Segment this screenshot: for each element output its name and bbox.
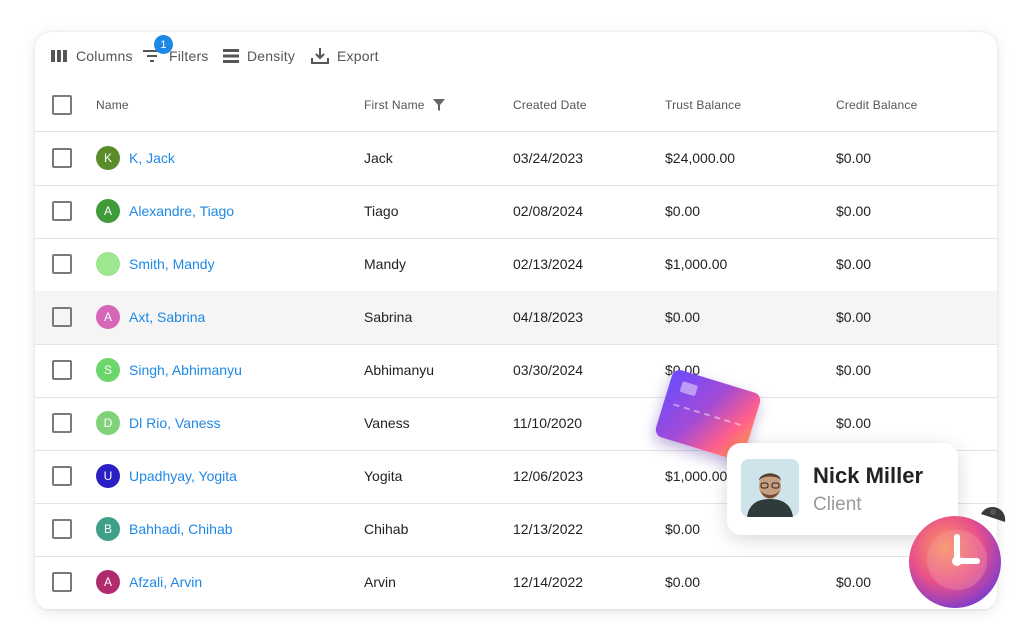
- first-name-cell: Mandy: [364, 256, 407, 272]
- client-name-link[interactable]: Alexandre, Tiago: [129, 203, 234, 219]
- credit-balance-cell: $0.00: [836, 574, 872, 590]
- credit-balance-cell: $0.00: [836, 309, 872, 325]
- credit-balance-cell: $0.00: [836, 256, 872, 272]
- export-label: Export: [337, 48, 379, 64]
- table-toolbar: Columns 1 Filters Density Export: [35, 32, 997, 80]
- row-checkbox[interactable]: [52, 466, 72, 486]
- table-row[interactable]: Smith, Mandy Mandy 02/13/2024 $1,000.00 $0.0…: [35, 238, 997, 292]
- created-date-cell: 11/10/2020: [513, 415, 583, 431]
- first-name-cell: Tiago: [364, 203, 399, 219]
- trust-balance-cell: $24,000.00: [665, 150, 736, 166]
- first-name-cell: Chihab: [364, 521, 409, 537]
- client-name-link[interactable]: Axt, Sabrina: [129, 309, 205, 325]
- row-checkbox[interactable]: [52, 201, 72, 221]
- funnel-icon[interactable]: [432, 99, 445, 111]
- row-checkbox[interactable]: [52, 254, 72, 274]
- first-name-cell: Abhimanyu: [364, 362, 435, 378]
- avatar: U: [96, 464, 120, 488]
- density-button[interactable]: Density: [223, 46, 295, 66]
- row-checkbox[interactable]: [52, 413, 72, 433]
- column-header-created-date[interactable]: Created Date: [513, 98, 587, 112]
- table-row[interactable]: S Singh, Abhimanyu Abhimanyu 03/30/2024 $0.0…: [35, 344, 997, 398]
- credit-balance-cell: $0.00: [836, 362, 872, 378]
- client-name-link[interactable]: Afzali, Arvin: [129, 574, 202, 590]
- client-role: Client: [813, 494, 862, 515]
- created-date-cell: 03/24/2023: [513, 150, 584, 166]
- trust-balance-cell: $0.00: [665, 574, 701, 590]
- column-header-name[interactable]: Name: [96, 98, 129, 112]
- client-name-link[interactable]: Smith, Mandy: [129, 256, 215, 272]
- table-row[interactable]: K K, Jack Jack 03/24/2023 $24,000.00 $0.00: [35, 132, 997, 186]
- columns-label: Columns: [76, 48, 133, 64]
- first-name-cell: Jack: [364, 150, 393, 166]
- table-row[interactable]: A Axt, Sabrina Sabrina 04/18/2023 $0.00 $0.00: [35, 291, 997, 345]
- column-header-credit-balance[interactable]: Credit Balance: [836, 98, 918, 112]
- created-date-cell: 04/18/2023: [513, 309, 584, 325]
- credit-balance-cell: $0.00: [836, 415, 872, 431]
- row-checkbox[interactable]: [52, 572, 72, 592]
- client-name-link[interactable]: Bahhadi, Chihab: [129, 521, 233, 537]
- alarm-clock-illustration: [909, 507, 1006, 608]
- density-label: Density: [247, 48, 296, 64]
- client-name-link[interactable]: K, Jack: [129, 150, 175, 166]
- created-date-cell: 02/08/2024: [513, 203, 584, 219]
- created-date-cell: 12/14/2022: [513, 574, 584, 590]
- client-name-link[interactable]: Dl Rio, Vaness: [129, 415, 221, 431]
- filters-button[interactable]: 1 Filters: [143, 35, 209, 66]
- credit-balance-cell: $0.00: [836, 203, 872, 219]
- table-row[interactable]: A Alexandre, Tiago Tiago 02/08/2024 $0.00 $0.…: [35, 185, 997, 239]
- first-name-cell: Arvin: [364, 574, 396, 590]
- density-icon: [223, 49, 239, 63]
- table-header: Name First Name Created Date Trust Balan…: [35, 80, 997, 132]
- credit-balance-cell: $0.00: [836, 150, 872, 166]
- client-name-link[interactable]: Singh, Abhimanyu: [129, 362, 242, 378]
- created-date-cell: 03/30/2024: [513, 362, 584, 378]
- first-name-cell: Sabrina: [364, 309, 413, 325]
- trust-balance-cell: $0.00: [665, 521, 701, 537]
- trust-balance-cell: $1,000.00: [665, 468, 728, 484]
- columns-icon: [51, 50, 67, 62]
- row-checkbox[interactable]: [52, 307, 72, 327]
- created-date-cell: 02/13/2024: [513, 256, 584, 272]
- avatar: A: [96, 570, 120, 594]
- first-name-cell: Yogita: [364, 468, 403, 484]
- created-date-cell: 12/06/2023: [513, 468, 584, 484]
- trust-balance-cell: $0.00: [665, 309, 701, 325]
- avatar: B: [96, 517, 120, 541]
- download-icon: [311, 48, 329, 64]
- first-name-cell: Vaness: [364, 415, 410, 431]
- table-row[interactable]: A Afzali, Arvin Arvin 12/14/2022 $0.00 $0.00: [35, 556, 997, 610]
- row-checkbox[interactable]: [52, 148, 72, 168]
- avatar: A: [96, 305, 120, 329]
- select-all-checkbox[interactable]: [52, 95, 72, 115]
- row-checkbox[interactable]: [52, 360, 72, 380]
- filters-label: Filters: [169, 48, 209, 64]
- created-date-cell: 12/13/2022: [513, 521, 584, 537]
- columns-button[interactable]: Columns: [51, 46, 133, 66]
- client-name: Nick Miller: [813, 463, 924, 488]
- column-header-first-name[interactable]: First Name: [364, 98, 445, 112]
- avatar: D: [96, 411, 120, 435]
- client-name-link[interactable]: Upadhyay, Yogita: [129, 468, 237, 484]
- export-button[interactable]: Export: [311, 46, 379, 66]
- avatar: K: [96, 146, 120, 170]
- avatar: A: [96, 199, 120, 223]
- filters-count-badge: 1: [154, 35, 173, 54]
- trust-balance-cell: $0.00: [665, 203, 701, 219]
- trust-balance-cell: $1,000.00: [665, 256, 728, 272]
- column-header-trust-balance[interactable]: Trust Balance: [665, 98, 741, 112]
- avatar: [96, 252, 120, 276]
- row-checkbox[interactable]: [52, 519, 72, 539]
- avatar: S: [96, 358, 120, 382]
- avatar: [741, 459, 799, 517]
